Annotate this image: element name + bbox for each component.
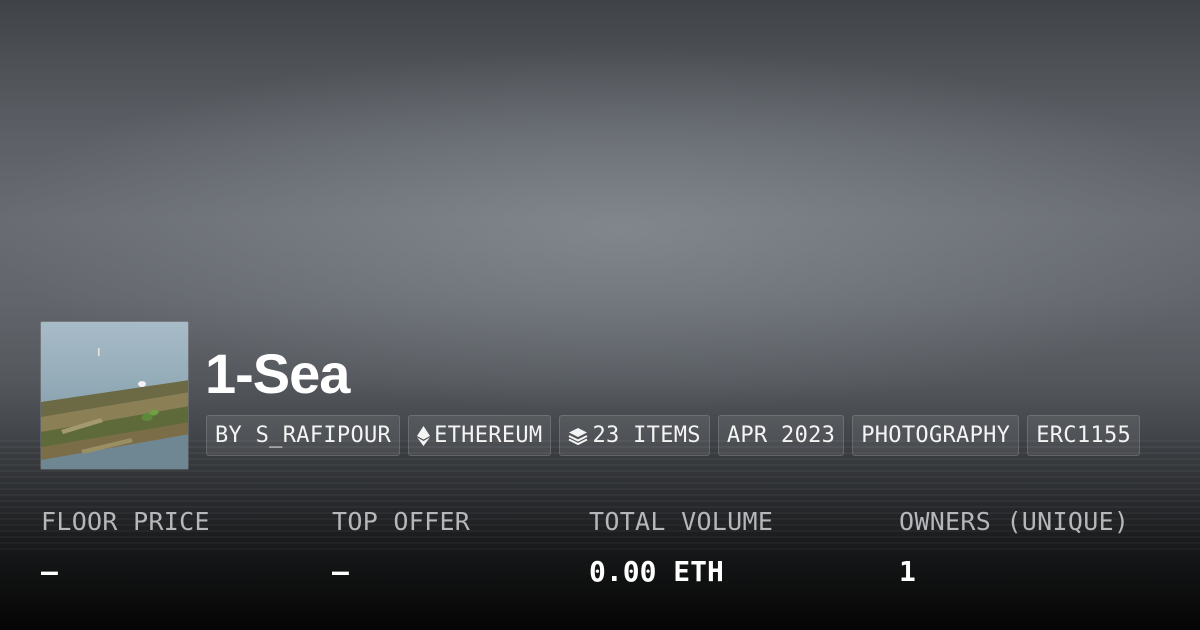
- floor-price-value: –: [41, 555, 58, 588]
- standard-tag: ERC1155: [1027, 415, 1141, 456]
- sea-photo-image: [41, 322, 188, 469]
- items-tag-label: 23 ITEMS: [592, 423, 701, 448]
- items-tag[interactable]: 23 ITEMS: [559, 415, 710, 456]
- floor-price-stat: FLOOR PRICE –: [41, 505, 210, 589]
- layers-icon: [568, 427, 588, 445]
- ethereum-icon: [417, 425, 431, 446]
- owners-value: 1: [899, 555, 916, 588]
- category-tag[interactable]: PHOTOGRAPHY: [852, 415, 1020, 456]
- chain-tag[interactable]: ETHEREUM: [408, 415, 552, 456]
- creator-tag[interactable]: BY S_RAFIPOUR: [206, 415, 401, 456]
- category-tag-label: PHOTOGRAPHY: [861, 423, 1011, 448]
- top-offer-label: TOP OFFER: [332, 507, 471, 536]
- chain-tag-label: ETHEREUM: [434, 423, 543, 448]
- floor-price-label: FLOOR PRICE: [41, 507, 210, 536]
- standard-tag-label: ERC1155: [1036, 423, 1132, 448]
- total-volume-value: 0.00 ETH: [589, 555, 724, 588]
- total-volume-stat: TOTAL VOLUME 0.00 ETH: [589, 505, 773, 589]
- collection-stats: FLOOR PRICE – TOP OFFER – TOTAL VOLUME 0…: [0, 505, 1200, 605]
- owners-label: OWNERS (UNIQUE): [899, 507, 1130, 536]
- date-tag: APR 2023: [717, 415, 845, 456]
- collection-title: 1-Sea: [205, 342, 350, 405]
- total-volume-label: TOTAL VOLUME: [589, 507, 774, 536]
- date-tag-label: APR 2023: [726, 423, 836, 448]
- collection-tags: BY S_RAFIPOUR ETHEREUM 23 ITEMS APR 2023…: [206, 415, 1141, 456]
- top-offer-stat: TOP OFFER –: [332, 505, 470, 589]
- collection-avatar: [40, 321, 189, 470]
- creator-tag-label: BY S_RAFIPOUR: [215, 423, 392, 448]
- owners-stat: OWNERS (UNIQUE) 1: [899, 505, 1129, 589]
- top-offer-value: –: [332, 555, 349, 588]
